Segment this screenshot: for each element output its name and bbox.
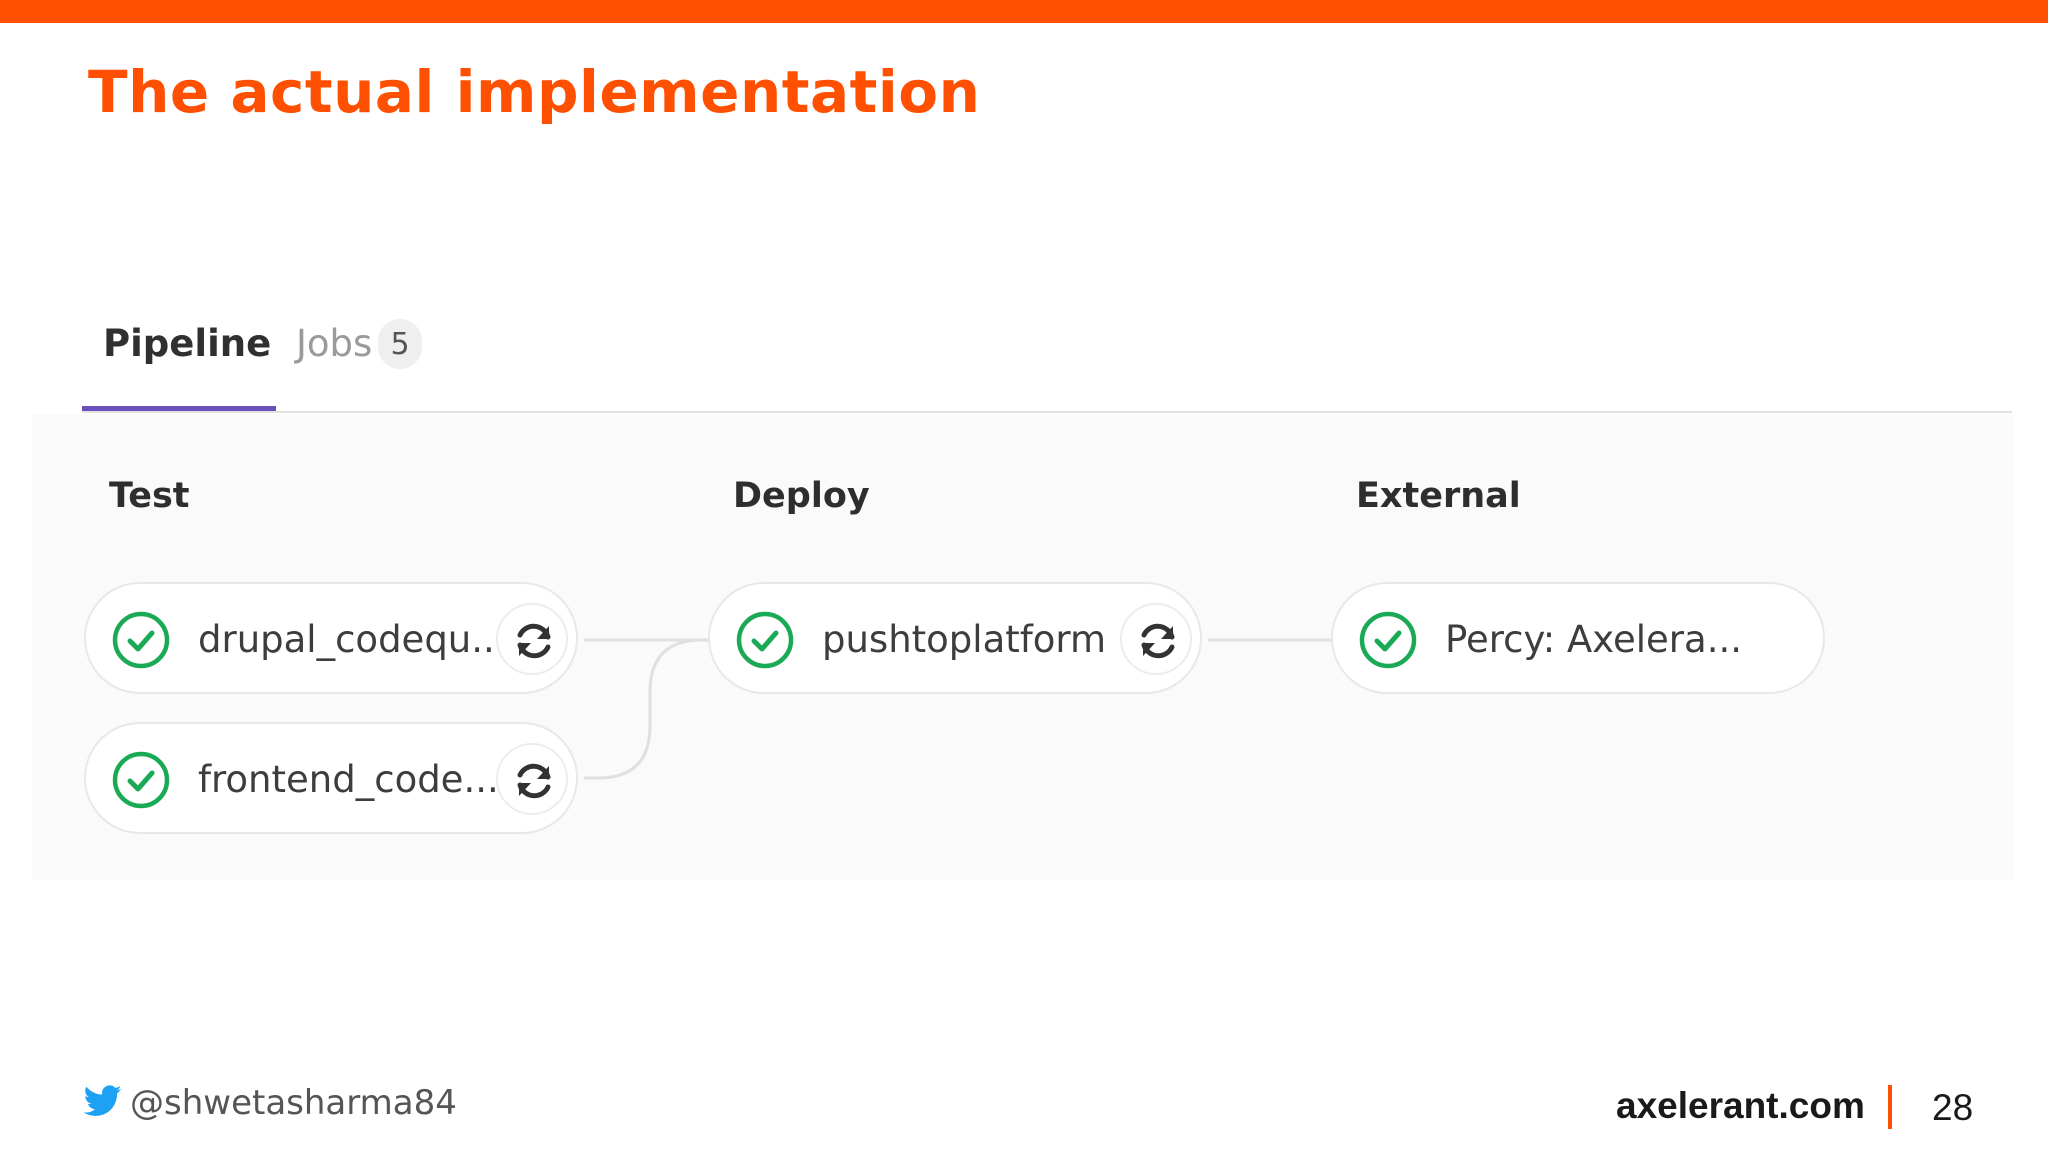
check-circle-icon: [112, 751, 170, 809]
top-accent-bar: [0, 0, 2048, 23]
stage-title-test: Test: [109, 476, 190, 516]
pipeline-tabs: Pipeline Jobs 5: [82, 300, 2012, 414]
tabs-divider: [82, 411, 2012, 413]
check-circle-icon: [736, 611, 794, 669]
job-name: drupal_codequ...: [198, 618, 507, 661]
retry-icon: [517, 763, 551, 799]
job-name: Percy: Axelera...: [1445, 618, 1742, 661]
job-name: pushtoplatform: [822, 618, 1107, 661]
footer-divider: [1888, 1085, 1892, 1129]
tab-pipeline[interactable]: Pipeline: [82, 300, 276, 411]
footer-site: axelerant.com: [1616, 1085, 1865, 1126]
retry-button[interactable]: [496, 603, 568, 675]
job-percy-external[interactable]: Percy: Axelera...: [1331, 582, 1825, 694]
retry-icon: [1141, 623, 1175, 659]
retry-button[interactable]: [1120, 603, 1192, 675]
stage-title-external: External: [1356, 476, 1521, 516]
job-drupal-codequality[interactable]: drupal_codequ...: [84, 582, 578, 694]
retry-icon: [517, 623, 551, 659]
twitter-bird-icon: [84, 1085, 122, 1116]
twitter-handle-text: @shwetasharma84: [130, 1083, 457, 1123]
page-number: 28: [1932, 1087, 1974, 1128]
tab-jobs-label: Jobs: [296, 322, 373, 365]
tab-jobs[interactable]: Jobs 5: [294, 300, 514, 410]
job-frontend-codequality[interactable]: frontend_code...: [84, 722, 578, 834]
slide-title: The actual implementation: [88, 58, 981, 126]
job-pushtoplatform[interactable]: pushtoplatform: [708, 582, 1202, 694]
job-name: frontend_code...: [198, 758, 499, 801]
stage-title-deploy: Deploy: [733, 476, 870, 516]
pipeline-graph: Test Deploy External drupal_codequ... fr…: [32, 414, 2014, 880]
retry-button[interactable]: [496, 743, 568, 815]
check-circle-icon: [112, 611, 170, 669]
tab-pipeline-label: Pipeline: [103, 322, 272, 365]
jobs-count-badge: 5: [378, 319, 422, 369]
check-circle-icon: [1359, 611, 1417, 669]
